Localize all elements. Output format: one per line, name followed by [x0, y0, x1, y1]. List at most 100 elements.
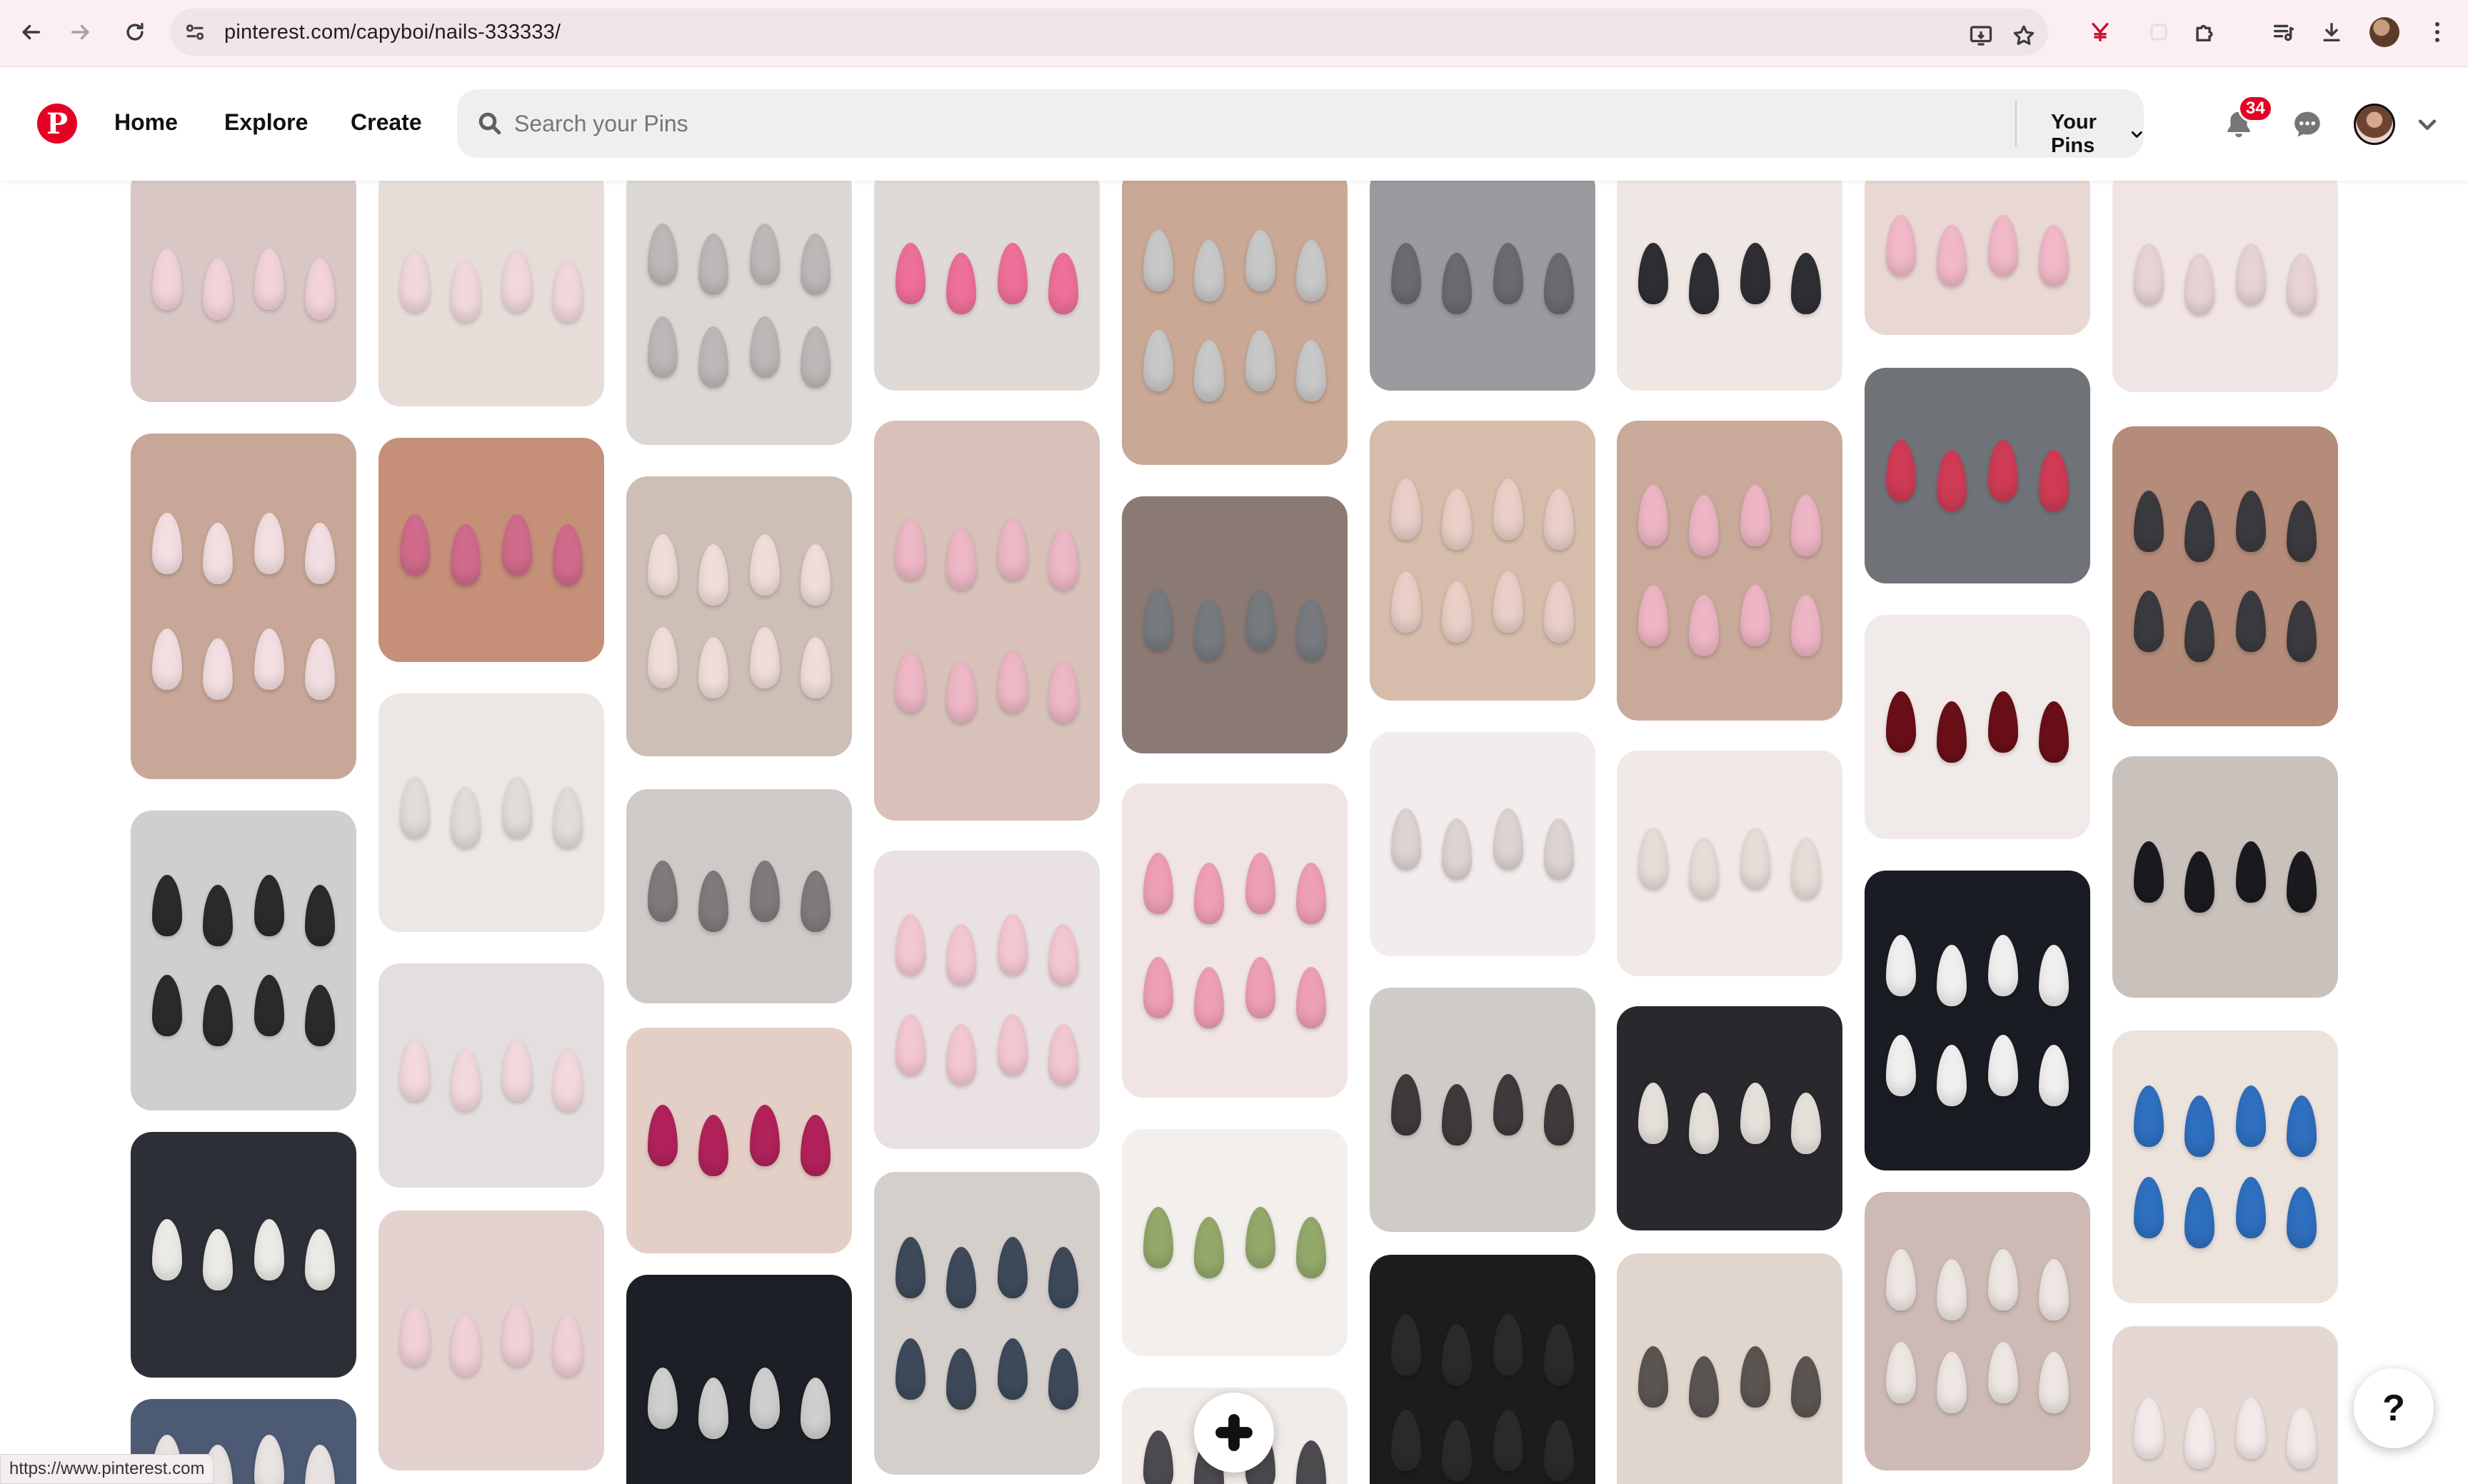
pin-image: [874, 851, 1100, 1149]
messages-icon[interactable]: [2287, 104, 2328, 145]
pin-card[interactable]: [626, 1028, 852, 1253]
pin-card[interactable]: [874, 181, 1100, 391]
nail-shape: [1048, 661, 1078, 723]
pin-card[interactable]: [378, 181, 604, 406]
pin-card[interactable]: [131, 181, 356, 402]
nail-shape: [997, 1237, 1028, 1299]
pin-card[interactable]: [626, 789, 852, 1003]
nail-shape: [1689, 1356, 1720, 1418]
pin-image: [626, 181, 852, 445]
browser-profile-icon[interactable]: [2369, 17, 2399, 47]
search-bar[interactable]: Your Pins: [457, 89, 2144, 158]
nail-shape: [1544, 1419, 1574, 1481]
your-pins-dropdown[interactable]: Your Pins: [2051, 111, 2144, 158]
nail-shape: [2039, 450, 2069, 511]
pin-card[interactable]: [626, 181, 852, 445]
extension-icon[interactable]: [2085, 17, 2115, 47]
nail-shape: [1296, 1440, 1326, 1484]
nail-shape: [749, 224, 780, 285]
forward-icon[interactable]: [66, 17, 96, 47]
pin-card[interactable]: [1865, 1192, 2090, 1470]
pin-card[interactable]: [874, 421, 1100, 821]
nail-shape: [1740, 1346, 1770, 1408]
nail-shape: [1442, 581, 1473, 643]
pin-card[interactable]: [1865, 181, 2090, 335]
pin-card[interactable]: [378, 438, 604, 662]
reload-icon[interactable]: [120, 17, 150, 47]
pin-card[interactable]: [1370, 421, 1595, 701]
nail-shape: [1544, 1324, 1574, 1386]
pin-card[interactable]: [378, 693, 604, 932]
pin-image: [378, 1210, 604, 1470]
puzzle-icon[interactable]: [2189, 17, 2219, 47]
nail-shape: [553, 1050, 583, 1111]
nail-shape: [1442, 1324, 1473, 1386]
help-button[interactable]: ?: [2354, 1368, 2434, 1448]
nav-home[interactable]: Home: [114, 109, 178, 136]
pin-card[interactable]: [1617, 421, 1842, 721]
pin-card[interactable]: [131, 433, 356, 779]
nav-explore[interactable]: Explore: [224, 109, 308, 136]
pin-card[interactable]: [626, 1275, 852, 1484]
nail-shape: [1886, 1249, 1916, 1310]
download-icon[interactable]: [2317, 17, 2347, 47]
nail-shape: [997, 243, 1028, 304]
pin-card[interactable]: [1370, 732, 1595, 956]
nail-shape: [203, 638, 234, 700]
pin-card[interactable]: [1370, 1255, 1595, 1484]
menu-icon[interactable]: [2422, 17, 2452, 47]
address-bar[interactable]: pinterest.com/capyboi/nails-333333/: [170, 9, 2048, 56]
pin-card[interactable]: [626, 476, 852, 756]
bookmark-star-icon[interactable]: [2011, 23, 2037, 49]
pin-image: [1865, 368, 2090, 583]
pin-card[interactable]: [1370, 988, 1595, 1232]
media-icon[interactable]: [2268, 17, 2298, 47]
nail-shape: [1493, 571, 1523, 633]
nav-create[interactable]: Create: [351, 109, 422, 136]
pin-card[interactable]: [2112, 426, 2338, 726]
pin-card[interactable]: [1865, 368, 2090, 583]
pin-card[interactable]: [378, 963, 604, 1188]
pin-card[interactable]: [874, 851, 1100, 1149]
search-input[interactable]: [514, 105, 1942, 142]
pinterest-logo-icon[interactable]: P: [37, 104, 77, 144]
pin-card[interactable]: [2112, 1326, 2338, 1484]
pin-card[interactable]: [1865, 871, 2090, 1170]
pin-card[interactable]: [378, 1210, 604, 1470]
pin-image: [131, 1132, 356, 1378]
nail-shape: [1987, 691, 2018, 753]
avatar[interactable]: [2354, 104, 2395, 145]
pin-image: [1865, 615, 2090, 839]
pin-card[interactable]: [1617, 751, 1842, 976]
pin-card[interactable]: [1122, 783, 1348, 1098]
pin-card[interactable]: [1122, 1129, 1348, 1356]
nail-shape: [1245, 589, 1275, 651]
nail-shape: [1245, 230, 1275, 292]
pin-card[interactable]: [1617, 181, 1842, 391]
url-text[interactable]: pinterest.com/capyboi/nails-333333/: [224, 21, 561, 44]
pin-card[interactable]: [131, 1132, 356, 1378]
pin-card[interactable]: [2112, 1031, 2338, 1303]
nail-shape: [749, 1105, 780, 1166]
create-pin-button[interactable]: [1194, 1393, 1274, 1473]
pin-card[interactable]: [1122, 181, 1348, 465]
back-icon[interactable]: [16, 17, 46, 47]
extension-blank-icon[interactable]: [2144, 17, 2174, 47]
install-app-icon[interactable]: [1968, 23, 1994, 49]
pin-card[interactable]: [2112, 756, 2338, 998]
pin-card[interactable]: [1122, 496, 1348, 753]
nail-shape: [203, 523, 234, 585]
pin-card[interactable]: [1617, 1253, 1842, 1484]
nail-shape: [946, 1247, 977, 1309]
nail-shape: [1638, 585, 1668, 646]
nail-shape: [946, 253, 977, 314]
pin-card[interactable]: [1370, 181, 1595, 391]
pin-card[interactable]: [1617, 1006, 1842, 1230]
pin-card[interactable]: [2112, 181, 2338, 392]
site-info-icon[interactable]: [183, 20, 207, 44]
account-chevron-down-icon[interactable]: [2415, 112, 2439, 136]
pin-card[interactable]: [874, 1172, 1100, 1475]
pin-card[interactable]: [1865, 615, 2090, 839]
pin-image: [1617, 181, 1842, 391]
pin-card[interactable]: [131, 811, 356, 1111]
